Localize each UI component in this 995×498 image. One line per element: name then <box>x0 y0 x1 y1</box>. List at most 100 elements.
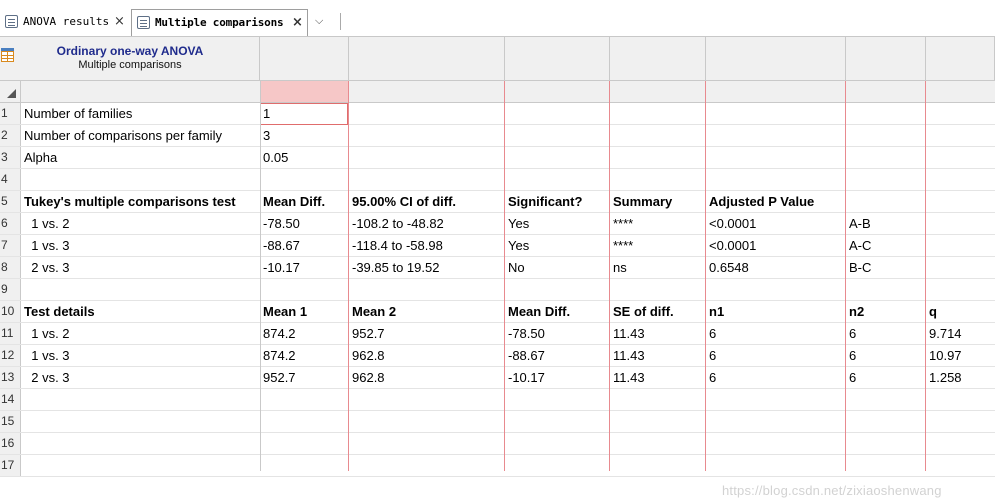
row-number[interactable]: 17 <box>0 455 21 476</box>
table-cell[interactable]: 6 <box>706 345 846 366</box>
table-cell[interactable]: 874.2 <box>260 345 349 366</box>
table-cell[interactable] <box>846 125 926 146</box>
table-cell[interactable] <box>505 103 610 124</box>
table-cell[interactable] <box>505 279 610 300</box>
table-cell[interactable]: Mean 1 <box>260 301 349 322</box>
table-cell[interactable] <box>846 411 926 432</box>
table-cell[interactable]: -10.17 <box>260 257 349 278</box>
table-cell[interactable]: 2 vs. 3 <box>21 367 260 388</box>
row-number[interactable]: 6 <box>0 213 21 234</box>
table-cell[interactable] <box>926 213 995 234</box>
table-cell[interactable] <box>349 125 505 146</box>
table-cell[interactable] <box>846 147 926 168</box>
row-number[interactable]: 5 <box>0 191 21 212</box>
table-cell[interactable] <box>926 279 995 300</box>
table-cell[interactable]: Yes <box>505 213 610 234</box>
table-cell[interactable]: n1 <box>706 301 846 322</box>
table-cell[interactable]: 1 vs. 2 <box>21 323 260 344</box>
table-cell[interactable] <box>706 147 846 168</box>
table-cell[interactable]: **** <box>610 235 706 256</box>
table-cell[interactable] <box>846 455 926 476</box>
table-cell[interactable] <box>610 455 706 476</box>
row-number[interactable]: 16 <box>0 433 21 454</box>
table-cell[interactable] <box>505 389 610 410</box>
table-cell[interactable]: 6 <box>706 323 846 344</box>
table-cell[interactable] <box>706 103 846 124</box>
table-cell[interactable] <box>706 455 846 476</box>
table-cell[interactable]: Number of families <box>21 103 260 124</box>
table-cell[interactable] <box>706 389 846 410</box>
column-header[interactable] <box>846 37 926 81</box>
table-cell[interactable] <box>926 455 995 476</box>
table-cell[interactable] <box>926 235 995 256</box>
table-cell[interactable]: n2 <box>846 301 926 322</box>
table-cell[interactable] <box>926 103 995 124</box>
table-cell[interactable]: Significant? <box>505 191 610 212</box>
table-cell[interactable] <box>349 389 505 410</box>
table-cell[interactable]: 952.7 <box>349 323 505 344</box>
tab-multiple-comparisons[interactable]: Multiple comparisons × <box>131 9 308 36</box>
table-cell[interactable] <box>21 411 260 432</box>
row-number[interactable]: 9 <box>0 279 21 300</box>
column-header[interactable] <box>349 37 505 81</box>
table-cell[interactable] <box>349 169 505 190</box>
table-cell[interactable] <box>349 455 505 476</box>
table-cell[interactable] <box>926 125 995 146</box>
table-cell[interactable]: -39.85 to 19.52 <box>349 257 505 278</box>
table-cell[interactable] <box>505 169 610 190</box>
table-cell[interactable]: <0.0001 <box>706 235 846 256</box>
table-cell[interactable]: Mean Diff. <box>505 301 610 322</box>
table-cell[interactable]: 1.258 <box>926 367 995 388</box>
table-cell[interactable]: Number of comparisons per family <box>21 125 260 146</box>
table-cell[interactable]: Test details <box>21 301 260 322</box>
table-cell[interactable] <box>505 455 610 476</box>
table-cell[interactable] <box>21 169 260 190</box>
table-cell[interactable] <box>846 191 926 212</box>
table-cell[interactable] <box>260 433 349 454</box>
table-cell[interactable] <box>505 433 610 454</box>
table-cell[interactable]: 6 <box>706 367 846 388</box>
table-cell[interactable]: 3 <box>260 125 349 146</box>
table-cell[interactable]: 6 <box>846 345 926 366</box>
table-cell[interactable]: 1 vs. 2 <box>21 213 260 234</box>
row-number[interactable]: 7 <box>0 235 21 256</box>
table-cell[interactable] <box>260 411 349 432</box>
table-cell[interactable]: 11.43 <box>610 323 706 344</box>
close-icon[interactable]: × <box>114 9 125 34</box>
row-number[interactable]: 14 <box>0 389 21 410</box>
table-cell[interactable] <box>846 389 926 410</box>
row-number[interactable]: 11 <box>0 323 21 344</box>
table-cell[interactable] <box>505 411 610 432</box>
table-cell[interactable] <box>926 411 995 432</box>
table-cell[interactable] <box>926 389 995 410</box>
table-cell[interactable]: <0.0001 <box>706 213 846 234</box>
table-cell[interactable]: 9.714 <box>926 323 995 344</box>
table-cell[interactable]: Mean 2 <box>349 301 505 322</box>
row-number[interactable]: 4 <box>0 169 21 190</box>
table-cell[interactable] <box>21 389 260 410</box>
table-cell[interactable]: **** <box>610 213 706 234</box>
table-cell[interactable]: -78.50 <box>260 213 349 234</box>
table-cell[interactable] <box>610 103 706 124</box>
column-header[interactable] <box>610 37 706 81</box>
column-header[interactable] <box>926 37 995 81</box>
table-cell[interactable]: Alpha <box>21 147 260 168</box>
table-cell[interactable] <box>610 147 706 168</box>
table-cell[interactable] <box>706 125 846 146</box>
row-number[interactable]: 10 <box>0 301 21 322</box>
table-cell[interactable] <box>21 279 260 300</box>
table-cell[interactable] <box>926 191 995 212</box>
table-cell[interactable]: Summary <box>610 191 706 212</box>
table-cell[interactable] <box>610 125 706 146</box>
table-cell[interactable]: 6 <box>846 323 926 344</box>
selected-column-header[interactable] <box>260 81 348 102</box>
table-cell[interactable] <box>505 147 610 168</box>
row-number[interactable]: 13 <box>0 367 21 388</box>
row-number[interactable]: 3 <box>0 147 21 168</box>
table-cell[interactable]: SE of diff. <box>610 301 706 322</box>
close-icon[interactable]: × <box>292 10 303 35</box>
table-cell[interactable]: 962.8 <box>349 345 505 366</box>
table-cell[interactable]: 1 vs. 3 <box>21 235 260 256</box>
table-cell[interactable] <box>706 279 846 300</box>
table-cell[interactable]: -88.67 <box>260 235 349 256</box>
